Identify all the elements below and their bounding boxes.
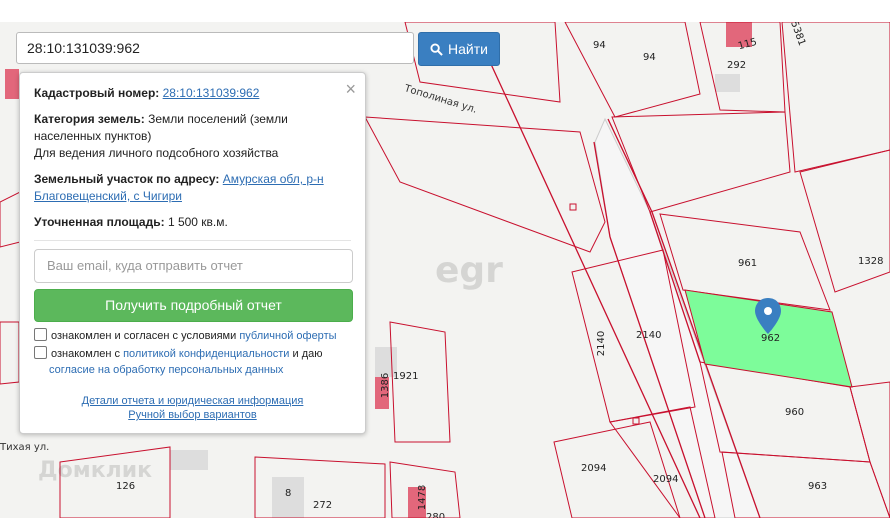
watermark-domclick: Домклик	[38, 458, 153, 483]
parcel-label-selected: 962	[761, 333, 781, 344]
consent-offer-text: ознакомлен и согласен с условиями	[51, 330, 237, 342]
cadastral-label: Кадастровый номер:	[34, 86, 160, 100]
land-use-value: Для ведения личного подсобного хозяйства	[34, 146, 279, 160]
consent-offer-checkbox[interactable]	[34, 328, 47, 341]
close-icon[interactable]: ×	[345, 79, 356, 100]
cadastral-row: Кадастровый номер: 28:10:131039:962	[34, 85, 351, 102]
parcel-label: 1921	[393, 371, 419, 382]
search-input[interactable]: 28:10:131039:962	[16, 32, 414, 64]
parcel-label: 2140	[636, 330, 662, 341]
parcel-label: 94	[593, 40, 606, 51]
email-field[interactable]: Ваш email, куда отправить отчет	[34, 249, 353, 283]
parcel-label: 961	[738, 258, 758, 269]
parcel-label: 960	[785, 407, 805, 418]
footer-links: Детали отчета и юридическая информация Р…	[20, 395, 365, 421]
public-offer-link[interactable]: публичной оферты	[239, 330, 336, 342]
parcel-label: 2140	[596, 330, 608, 357]
street-label-tikhaya: Тихая ул.	[0, 442, 50, 453]
parcel-label: 8	[285, 488, 292, 499]
area-row: Уточненная площадь: 1 500 кв.м.	[34, 214, 351, 231]
parcel-label: 963	[808, 481, 828, 492]
privacy-policy-link[interactable]: политикой конфиденциальности	[123, 348, 289, 360]
parcel-label: 1386	[380, 372, 392, 399]
address-row: Земельный участок по адресу: Амурская об…	[34, 171, 351, 205]
parcel-label: 94	[643, 52, 656, 63]
get-report-button[interactable]: Получить подробный отчет	[34, 289, 353, 322]
consent-privacy-text-b: и даю	[292, 348, 323, 360]
category-label: Категория земель:	[34, 112, 145, 126]
watermark-egr: egr	[435, 250, 503, 291]
category-row: Категория земель: Земли поселений (земли…	[34, 111, 351, 162]
area-label: Уточненная площадь:	[34, 215, 165, 229]
manual-selection-link[interactable]: Ручной выбор вариантов	[128, 409, 256, 421]
consent-privacy-checkbox[interactable]	[34, 346, 47, 359]
area-value: 1 500 кв.м.	[167, 215, 228, 229]
parcel-label: 2094	[653, 474, 679, 485]
parcel-info-panel: × Кадастровый номер: 28:10:131039:962 Ка…	[19, 72, 366, 434]
cadastral-number-link[interactable]: 28:10:131039:962	[163, 86, 260, 100]
divider	[34, 240, 351, 241]
search-button[interactable]: Найти	[418, 32, 500, 66]
consent-privacy-row: ознакомлен с политикой конфиденциальност…	[34, 346, 351, 378]
consent-offer-row: ознакомлен и согласен с условиями публич…	[34, 328, 351, 344]
parcel-label: 1328	[858, 256, 884, 267]
parcel-label: 280	[426, 512, 446, 518]
search-button-label: Найти	[448, 41, 488, 57]
address-label: Земельный участок по адресу:	[34, 172, 220, 186]
parcel-label: 272	[313, 500, 333, 511]
parcel-label: 2094	[581, 463, 607, 474]
parcel-label: 1478	[417, 484, 429, 511]
search-icon	[430, 42, 443, 56]
parcel-label: 292	[727, 60, 747, 71]
consent-privacy-text-a: ознакомлен с	[51, 348, 121, 360]
report-details-link[interactable]: Детали отчета и юридическая информация	[82, 395, 304, 407]
personal-data-consent-link[interactable]: согласие на обработку персональных данны…	[34, 364, 283, 376]
